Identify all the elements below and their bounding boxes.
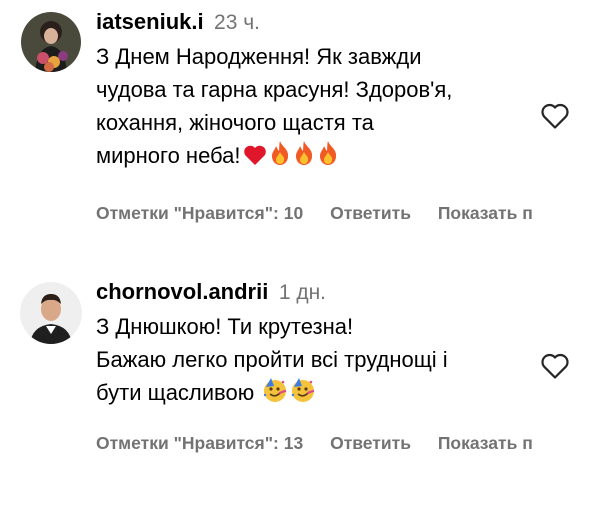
- reply-button[interactable]: Ответить: [330, 203, 411, 223]
- comment-body: iatseniuk.i 23 ч. З Днем Народження! Як …: [96, 6, 540, 175]
- fire-emoji: [269, 140, 291, 175]
- username[interactable]: chornovol.andrii: [96, 279, 268, 304]
- fire-emoji: [317, 140, 339, 175]
- partying-face-emoji: [290, 377, 316, 412]
- fire-emoji: [293, 140, 315, 175]
- comment-actions: Отметки "Нравится": 10 Ответить Показать…: [96, 203, 555, 224]
- partying-face-emoji: [262, 377, 288, 412]
- like-heart-icon[interactable]: [540, 352, 570, 380]
- likes-count-link[interactable]: Отметки "Нравится": 13: [96, 433, 303, 453]
- comment-actions: Отметки "Нравится": 13 Ответить Показать…: [96, 433, 555, 454]
- comment-text: З Днем Народження! Як завжди чудова та г…: [96, 40, 540, 175]
- like-heart-icon[interactable]: [540, 102, 570, 130]
- timestamp[interactable]: 1 дн.: [279, 281, 326, 304]
- username[interactable]: iatseniuk.i: [96, 9, 204, 34]
- reply-button[interactable]: Ответить: [330, 433, 411, 453]
- likes-count-link[interactable]: Отметки "Нравится": 10: [96, 203, 303, 223]
- show-translation-link[interactable]: Показать п: [438, 203, 533, 223]
- timestamp[interactable]: 23 ч.: [214, 11, 260, 34]
- comment-text: З Днюшкою! Ти крутезна! Бажаю легко прой…: [96, 310, 540, 412]
- comment-header: chornovol.andrii 1 дн.: [96, 276, 540, 308]
- comment-body: chornovol.andrii 1 дн. З Днюшкою! Ти кру…: [96, 276, 540, 412]
- comments-list: iatseniuk.i 23 ч. З Днем Народження! Як …: [0, 0, 600, 510]
- show-translation-link[interactable]: Показать п: [438, 433, 533, 453]
- red-heart-emoji: [243, 142, 267, 175]
- avatar[interactable]: [20, 282, 82, 344]
- avatar[interactable]: [21, 12, 81, 72]
- comment-header: iatseniuk.i 23 ч.: [96, 6, 540, 38]
